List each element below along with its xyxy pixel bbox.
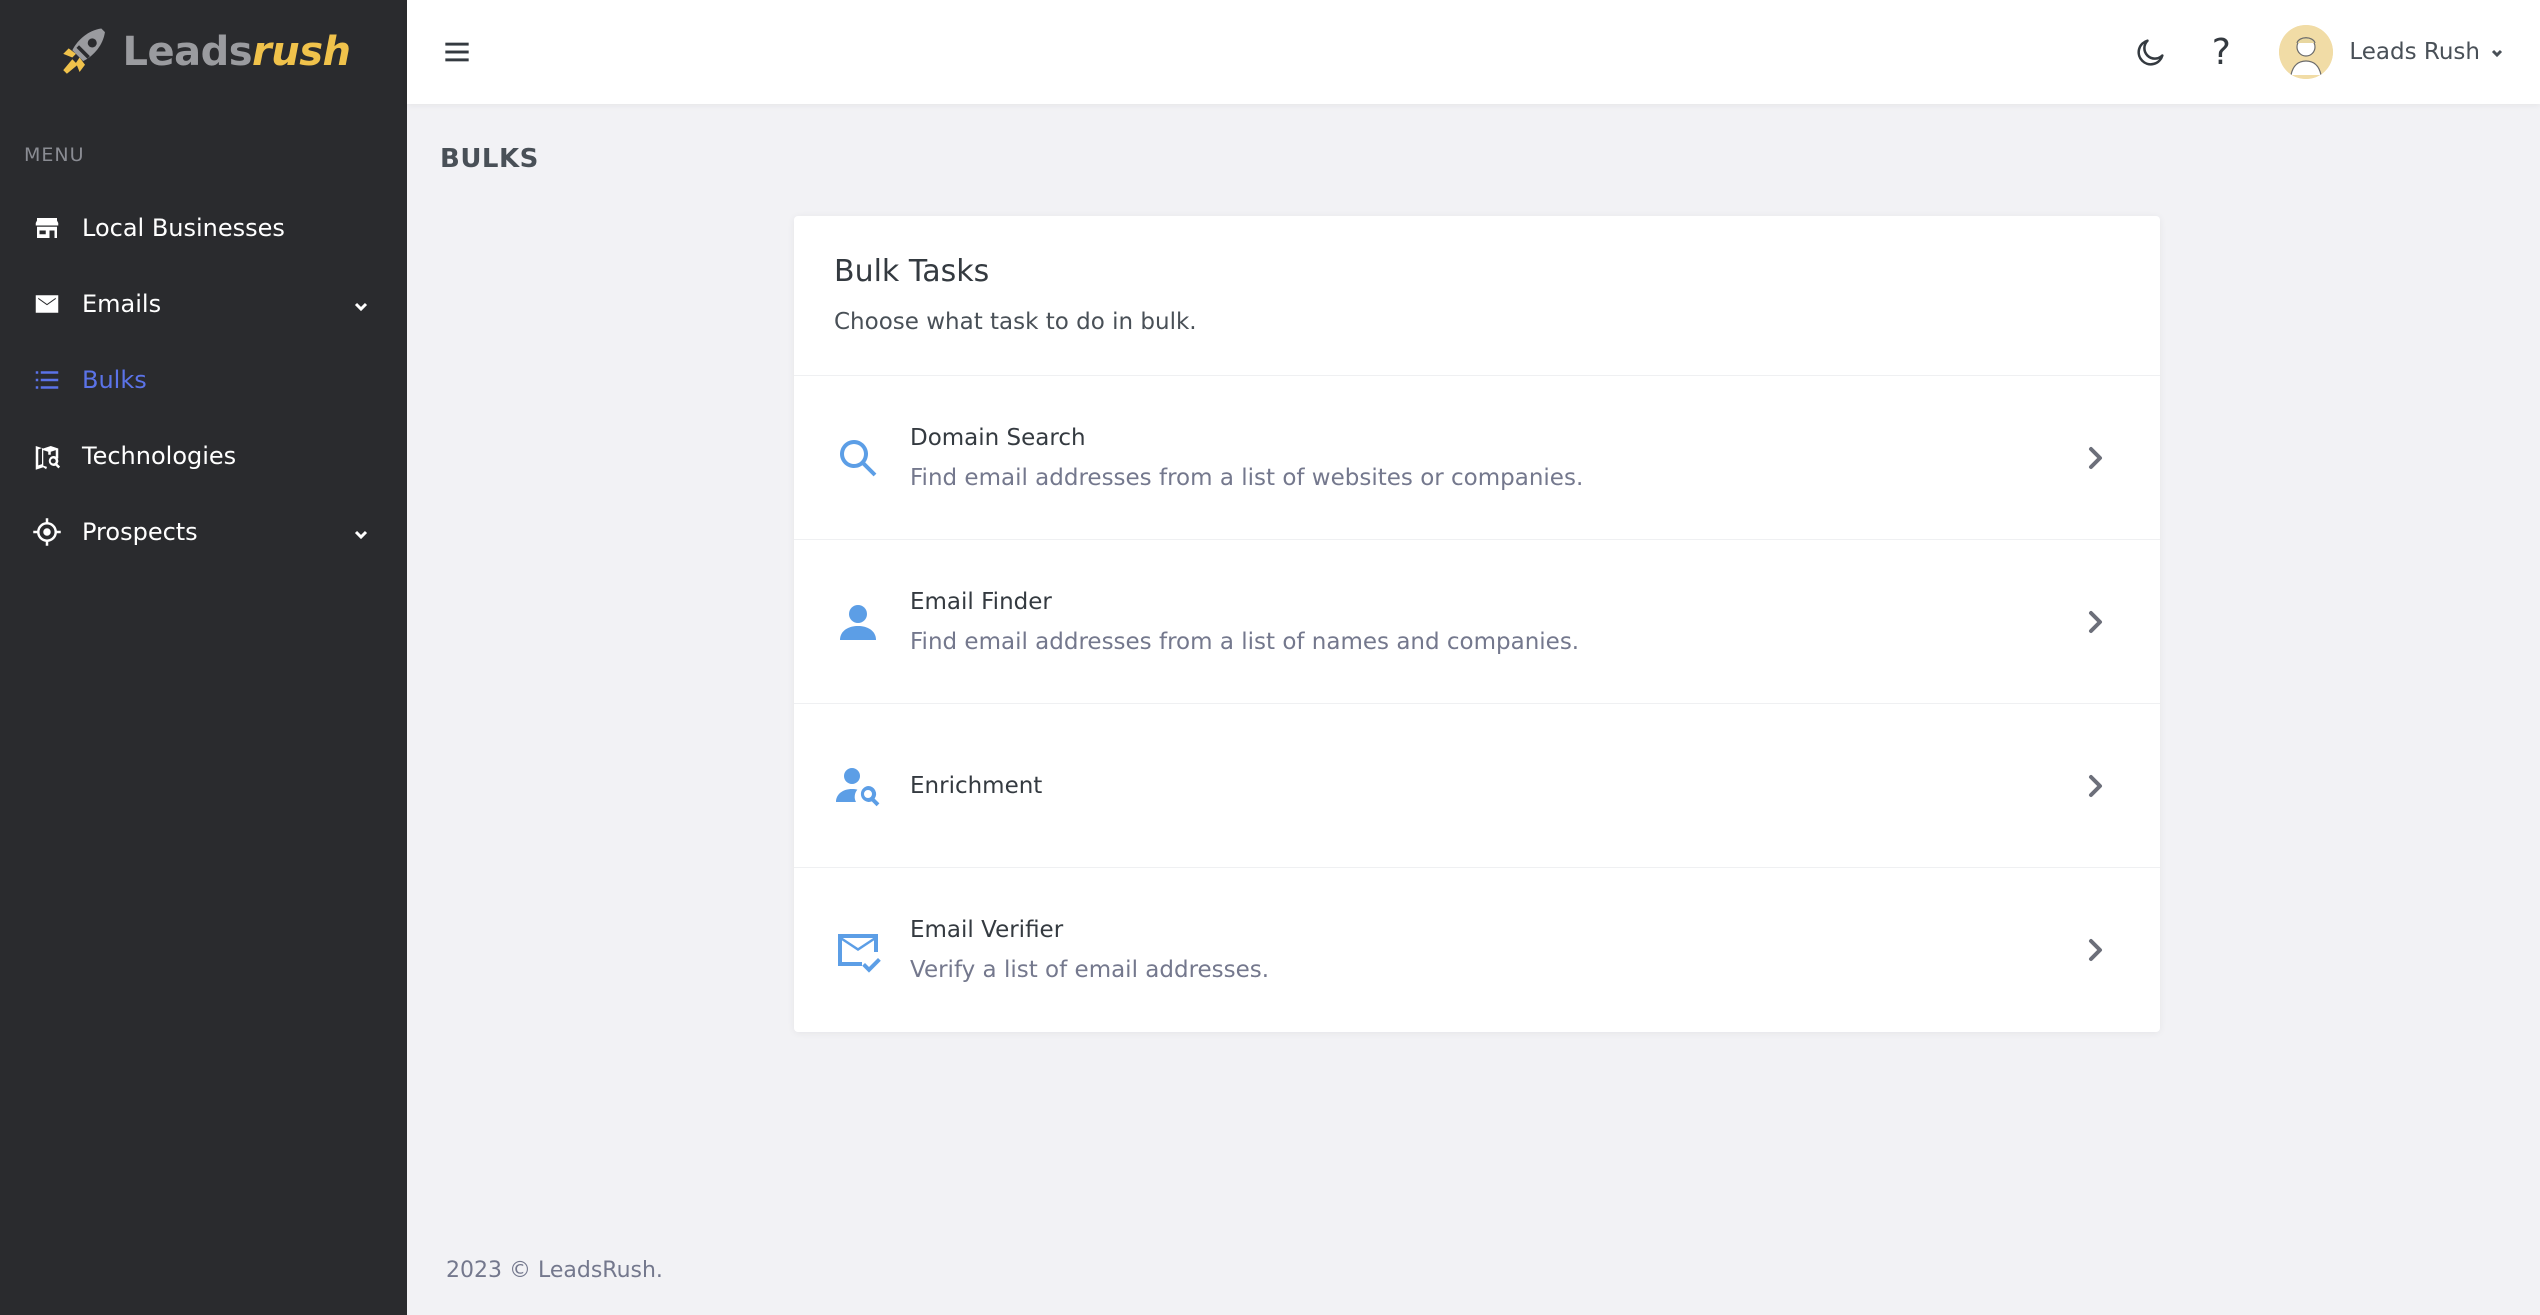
- task-name: Email Verifier: [910, 917, 1064, 943]
- brand-name: Leadsrush: [122, 29, 351, 75]
- list-icon: [32, 365, 62, 395]
- mail-check-icon: [834, 926, 882, 974]
- sidebar-item-label: Emails: [82, 290, 162, 318]
- chevron-down-icon: [351, 522, 371, 542]
- chevron-right-icon: [2080, 935, 2110, 965]
- task-text: Email Finder Find email addresses from a…: [910, 589, 2080, 655]
- dark-mode-toggle[interactable]: [2129, 30, 2173, 74]
- target-icon: [32, 517, 62, 547]
- task-text: Domain Search Find email addresses from …: [910, 425, 2080, 491]
- map-search-icon: [32, 441, 62, 471]
- menu-title: MENU: [24, 144, 85, 166]
- chevron-right-icon: [2080, 443, 2110, 473]
- task-text: Enrichment: [910, 773, 2080, 799]
- user-menu[interactable]: Leads Rush: [2279, 25, 2504, 79]
- chevron-right-icon: [2080, 771, 2110, 801]
- top-bar-actions: ? Leads Rush: [2129, 0, 2504, 104]
- moon-icon: [2137, 39, 2164, 66]
- card-header: Bulk Tasks Choose what task to do in bul…: [794, 216, 2160, 376]
- person-icon: [834, 598, 882, 646]
- sidebar-item-label: Technologies: [82, 442, 237, 470]
- task-description: Verify a list of email addresses.: [910, 957, 1270, 983]
- card-title: Bulk Tasks: [834, 254, 990, 289]
- task-name: Email Finder: [910, 588, 1052, 615]
- task-text: Email Verifier Verify a list of email ad…: [910, 917, 2080, 983]
- chevron-down-icon: [351, 294, 371, 314]
- task-email-finder[interactable]: Email Finder Find email addresses from a…: [794, 540, 2160, 704]
- sidebar-item-bulks[interactable]: Bulks: [0, 342, 407, 418]
- user-name: Leads Rush: [2349, 39, 2480, 65]
- person-search-icon: [834, 762, 882, 810]
- chevron-right-icon: [2080, 607, 2110, 637]
- task-name: Domain Search: [910, 424, 1086, 451]
- search-icon: [834, 434, 882, 482]
- sidebar-item-local-businesses[interactable]: Local Businesses: [0, 190, 407, 266]
- brand-lead: Leads: [122, 29, 253, 75]
- brand-logo[interactable]: Leadsrush: [0, 0, 407, 104]
- rocket-icon: [63, 28, 106, 74]
- sidebar-item-technologies[interactable]: Technologies: [0, 418, 407, 494]
- top-bar: ? Leads Rush: [407, 0, 2540, 104]
- task-name: Enrichment: [910, 772, 1043, 799]
- sidebar: Leadsrush MENU Local Businesses Emails B…: [0, 0, 407, 1315]
- chevron-down-icon: [2490, 45, 2504, 59]
- card-subtitle: Choose what task to do in bulk.: [834, 309, 1197, 335]
- task-domain-search[interactable]: Domain Search Find email addresses from …: [794, 376, 2160, 540]
- store-icon: [32, 213, 62, 243]
- sidebar-item-prospects[interactable]: Prospects: [0, 494, 407, 570]
- task-email-verifier[interactable]: Email Verifier Verify a list of email ad…: [794, 868, 2160, 1032]
- sidebar-item-label: Bulks: [82, 366, 147, 394]
- help-button[interactable]: ?: [2199, 30, 2243, 74]
- sidebar-item-label: Prospects: [82, 518, 198, 546]
- task-enrichment[interactable]: Enrichment: [794, 704, 2160, 868]
- sidebar-item-emails[interactable]: Emails: [0, 266, 407, 342]
- task-description: Find email addresses from a list of webs…: [910, 464, 1584, 491]
- mail-icon: [32, 289, 62, 319]
- page-title: BULKS: [440, 144, 539, 174]
- footer-copyright: 2023 © LeadsRush.: [446, 1258, 663, 1283]
- brand-rush: rush: [252, 29, 351, 75]
- avatar: [2279, 25, 2334, 79]
- sidebar-item-label: Local Businesses: [82, 214, 285, 242]
- bulk-tasks-card: Bulk Tasks Choose what task to do in bul…: [794, 216, 2160, 1032]
- hamburger-icon: [445, 42, 469, 62]
- sidebar-menu: Local Businesses Emails Bulks Technologi…: [0, 190, 407, 570]
- menu-toggle-button[interactable]: [437, 32, 477, 72]
- task-description: Find email addresses from a list of name…: [910, 628, 1580, 655]
- help-icon: ?: [2211, 31, 2231, 73]
